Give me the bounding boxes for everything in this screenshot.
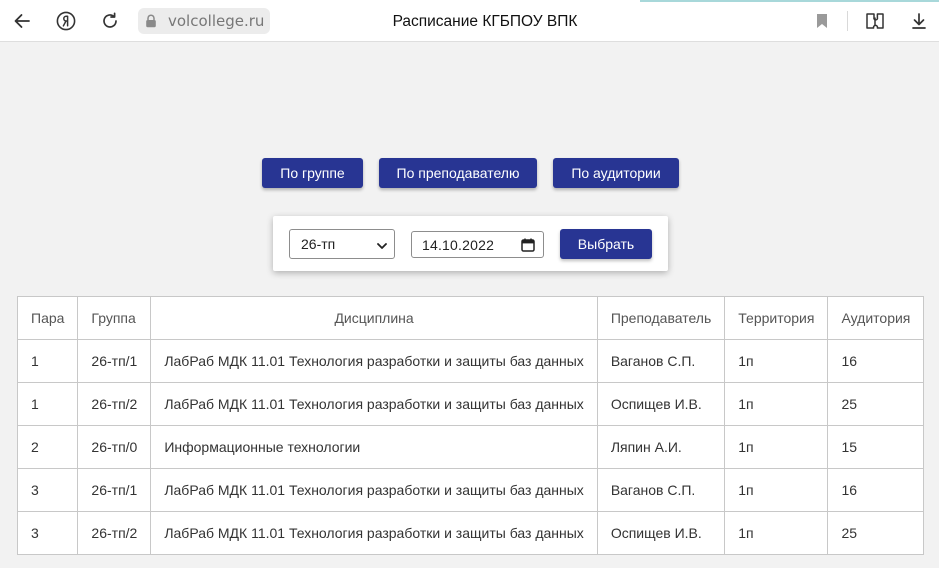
table-row: 3 26-тп/1 ЛабРаб МДК 11.01 Технология ра…: [16, 468, 925, 512]
header-group: Группа: [77, 296, 152, 340]
cell-pair: 2: [16, 425, 79, 469]
lock-icon: [140, 8, 162, 34]
reload-icon[interactable]: [98, 9, 122, 33]
cell-pair: 3: [16, 468, 79, 512]
by-room-button[interactable]: По аудитории: [553, 158, 679, 188]
download-icon[interactable]: [907, 9, 931, 33]
cell-discipline: ЛабРаб МДК 11.01 Технология разработки и…: [150, 382, 598, 426]
bookmark-icon[interactable]: [810, 9, 834, 33]
address-bar[interactable]: volcollege.ru: [138, 8, 270, 34]
page-title: Расписание КГБПОУ ВПК: [392, 13, 578, 30]
url-text: volcollege.ru: [168, 12, 265, 30]
cell-room: 16: [827, 468, 925, 512]
cell-room: 25: [827, 382, 925, 426]
cell-group: 26-тп/0: [77, 425, 152, 469]
by-group-button[interactable]: По группе: [262, 158, 363, 188]
yandex-logo-icon[interactable]: [54, 9, 78, 33]
table-row: 1 26-тп/2 ЛабРаб МДК 11.01 Технология ра…: [16, 382, 925, 426]
cell-group: 26-тп/1: [77, 468, 152, 512]
cell-pair: 1: [16, 339, 79, 383]
schedule-table: Пара Группа Дисциплина Преподаватель Тер…: [16, 296, 925, 555]
cell-territory: 1п: [724, 382, 829, 426]
filter-card: 26-тп 14.10.2022 Выбрать: [273, 216, 668, 271]
cell-teacher: Ваганов С.П.: [596, 339, 726, 383]
cell-territory: 1п: [724, 468, 829, 512]
cell-room: 25: [827, 511, 925, 555]
header-room: Аудитория: [827, 296, 925, 340]
cell-teacher: Ляпин А.И.: [596, 425, 726, 469]
header-teacher: Преподаватель: [596, 296, 726, 340]
cell-pair: 3: [16, 511, 79, 555]
cell-territory: 1п: [724, 511, 829, 555]
cell-pair: 1: [16, 382, 79, 426]
header-pair: Пара: [16, 296, 79, 340]
date-input-value: 14.10.2022: [422, 236, 495, 253]
cell-territory: 1п: [724, 425, 829, 469]
cell-group: 26-тп/2: [77, 511, 152, 555]
calendar-icon[interactable]: [521, 238, 535, 255]
table-row: 1 26-тп/1 ЛабРаб МДК 11.01 Технология ра…: [16, 339, 925, 383]
cell-teacher: Оспищев И.В.: [596, 382, 726, 426]
table-row: 2 26-тп/0 Информационные технологии Ляпи…: [16, 425, 925, 469]
cell-discipline: Информационные технологии: [150, 425, 598, 469]
cell-discipline: ЛабРаб МДК 11.01 Технология разработки и…: [150, 511, 598, 555]
cell-teacher: Оспищев И.В.: [596, 511, 726, 555]
header-discipline: Дисциплина: [150, 296, 598, 340]
cell-discipline: ЛабРаб МДК 11.01 Технология разработки и…: [150, 339, 598, 383]
extensions-icon[interactable]: [863, 9, 887, 33]
submit-button[interactable]: Выбрать: [560, 229, 652, 259]
cell-teacher: Ваганов С.П.: [596, 468, 726, 512]
cell-territory: 1п: [724, 339, 829, 383]
cell-group: 26-тп/2: [77, 382, 152, 426]
cell-room: 15: [827, 425, 925, 469]
date-input[interactable]: 14.10.2022: [411, 231, 544, 258]
group-select-value: 26-тп: [301, 236, 336, 252]
table-row: 3 26-тп/2 ЛабРаб МДК 11.01 Технология ра…: [16, 511, 925, 555]
group-select[interactable]: 26-тп: [289, 229, 395, 259]
browser-toolbar: volcollege.ru Расписание КГБПОУ ВПК: [0, 0, 939, 42]
table-header-row: Пара Группа Дисциплина Преподаватель Тер…: [16, 296, 925, 340]
header-territory: Территория: [724, 296, 829, 340]
by-teacher-button[interactable]: По преподавателю: [379, 158, 537, 188]
back-arrow-icon[interactable]: [10, 9, 34, 33]
cell-discipline: ЛабРаб МДК 11.01 Технология разработки и…: [150, 468, 598, 512]
cell-group: 26-тп/1: [77, 339, 152, 383]
chevron-down-icon: [376, 239, 388, 255]
toolbar-accent-line: [640, 0, 939, 2]
toolbar-divider: [847, 11, 848, 31]
cell-room: 16: [827, 339, 925, 383]
